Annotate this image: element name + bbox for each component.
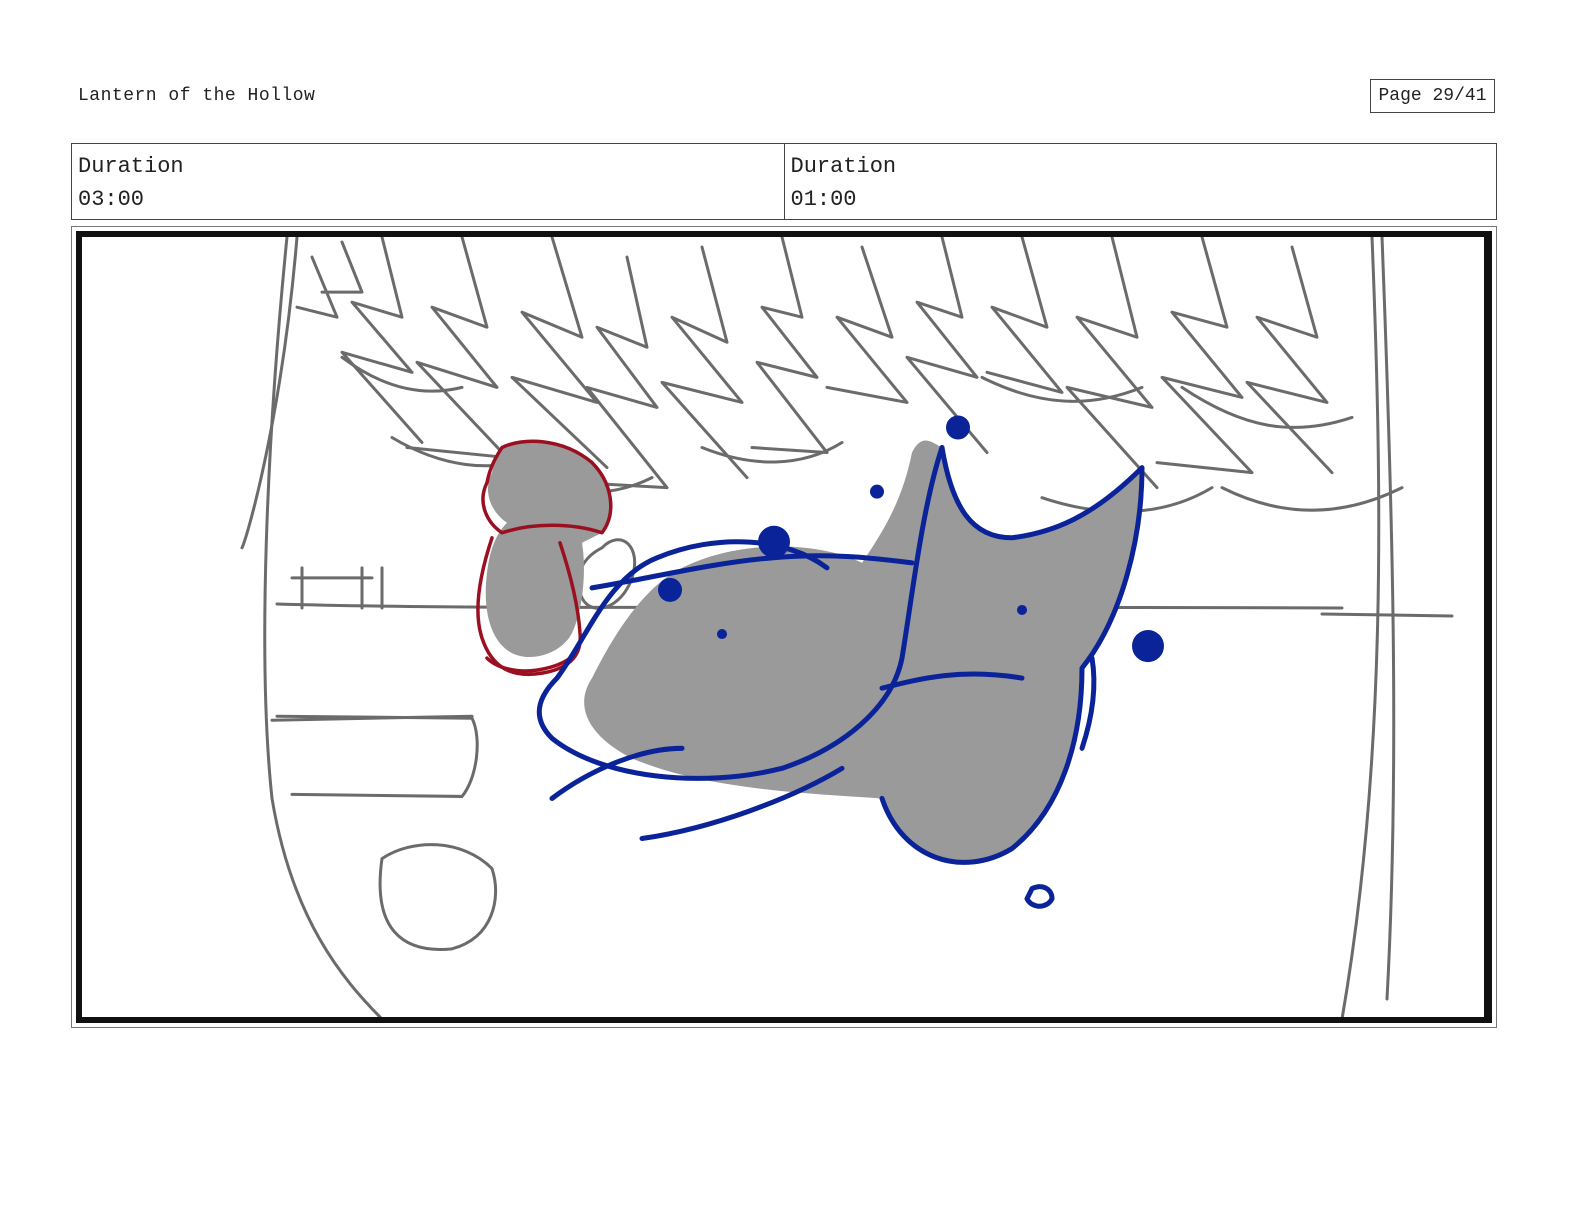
panel-sketch <box>240 237 1454 1017</box>
girl-figure <box>476 439 613 677</box>
beast-figure <box>536 415 1164 909</box>
storyboard-panel <box>71 226 1497 1028</box>
duration-cell-2: Duration 01:00 <box>783 144 1497 219</box>
duration-value-1: 03:00 <box>78 187 145 212</box>
panel-frame <box>76 231 1492 1023</box>
project-title: Lantern of the Hollow <box>78 86 316 106</box>
duration-row: Duration 03:00 Duration 01:00 <box>71 143 1497 220</box>
duration-label-2: Duration <box>790 154 897 179</box>
duration-label-1: Duration <box>78 154 184 179</box>
duration-value-2: 01:00 <box>790 187 857 212</box>
page-number-badge: Page 29/41 <box>1370 79 1495 113</box>
duration-cell-1: Duration 03:00 <box>72 144 784 219</box>
